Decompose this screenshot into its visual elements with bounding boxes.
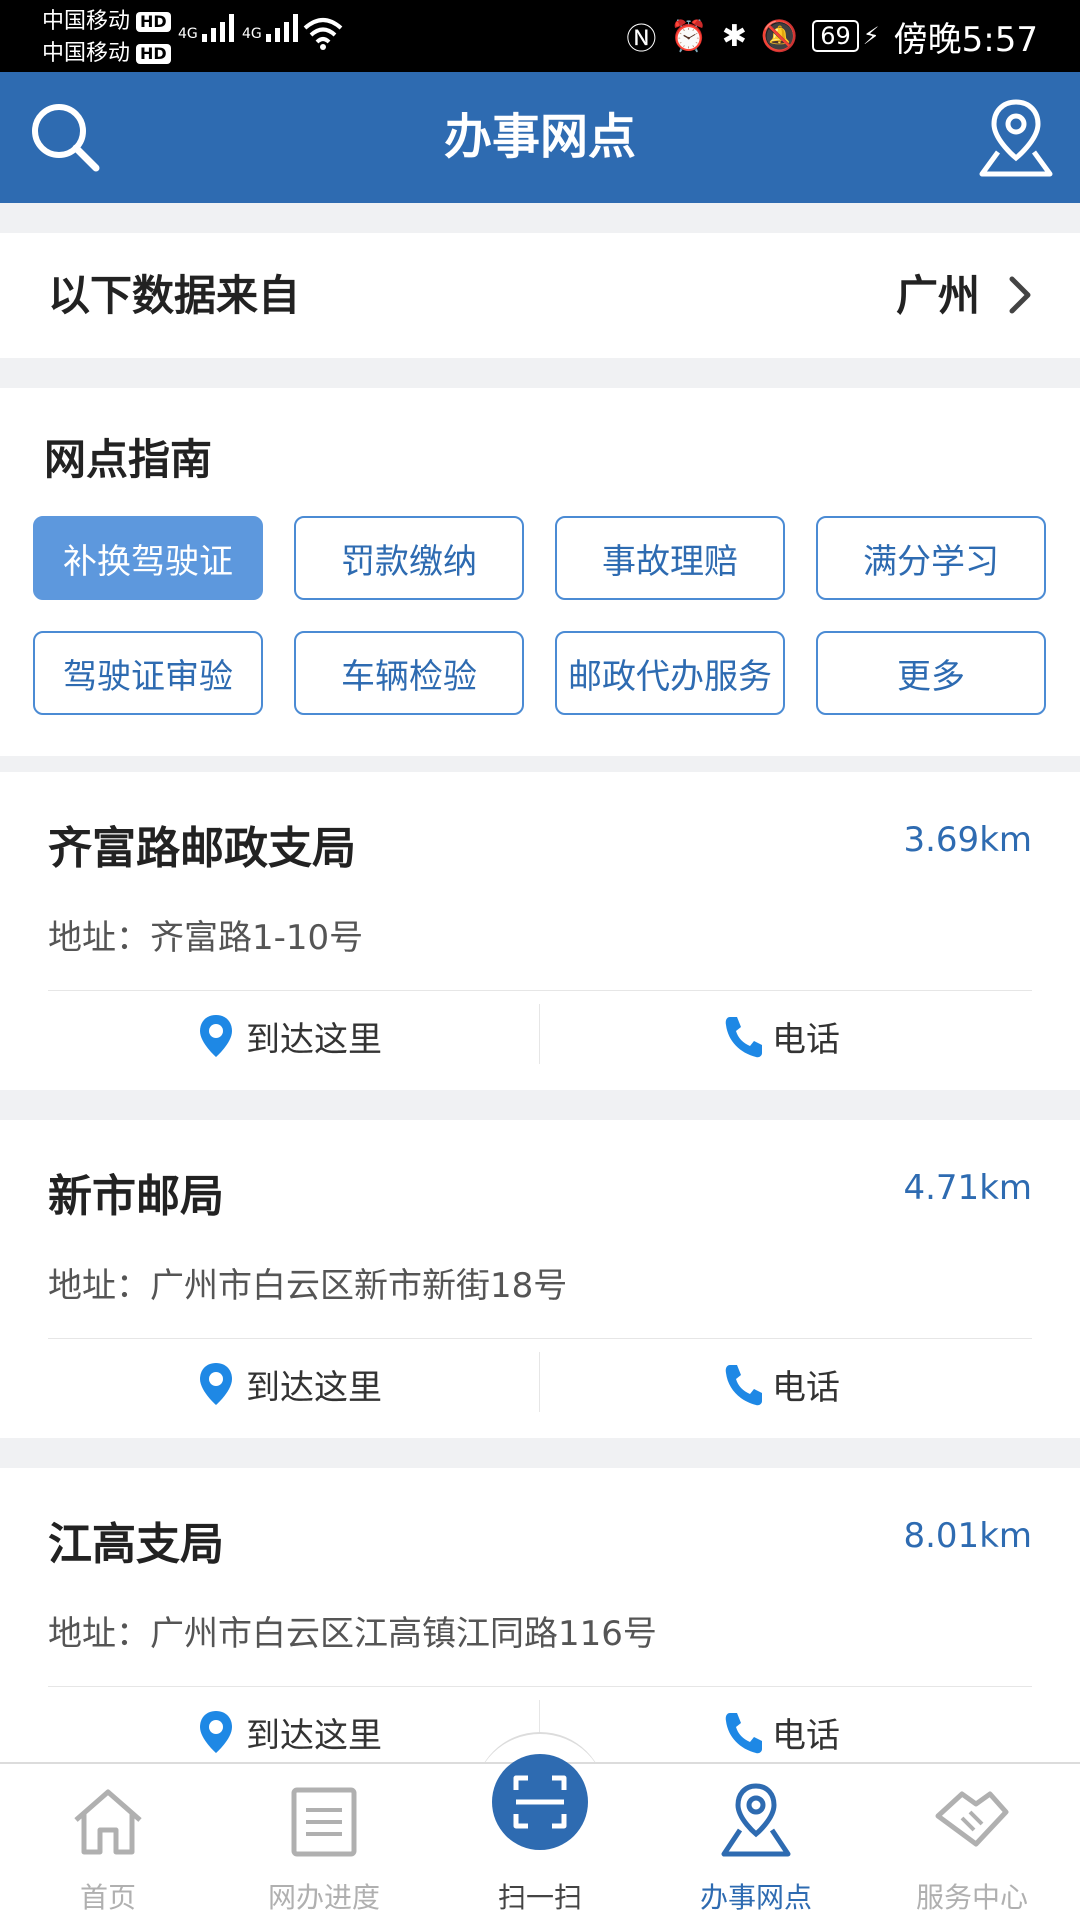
phone-icon: [725, 1713, 762, 1754]
chevron-right-icon: [1009, 276, 1031, 314]
nfc-icon: Ⓝ: [626, 22, 657, 57]
clock: 傍晚5:57: [893, 19, 1038, 60]
carrier-info: 中国移动 HD 中国移动 HD: [42, 6, 171, 70]
tag-vehicle-inspection[interactable]: 车辆检验: [294, 631, 524, 715]
signal-2-icon: 4G: [242, 14, 298, 42]
tab-service-center-label: 服务中心: [915, 1881, 1028, 1914]
tab-scan-label: 扫一扫: [497, 1881, 582, 1914]
tab-home[interactable]: 首页: [0, 1764, 216, 1920]
phone-label: 电话: [772, 1019, 840, 1060]
office-distance: 8.01km: [903, 1516, 1032, 1556]
mute-icon: 🔕: [760, 18, 799, 54]
charging-icon: ⚡: [862, 22, 880, 50]
map-location-icon[interactable]: [976, 96, 1056, 180]
office-guide: 网点指南 补换驾驶证 罚款缴纳 事故理赔 满分学习 驾驶证审验 车辆检验 邮政代…: [0, 388, 1080, 756]
city-selector[interactable]: 广州: [896, 233, 980, 358]
carrier-2: 中国移动: [42, 41, 131, 66]
tag-postal-agency[interactable]: 邮政代办服务: [555, 631, 785, 715]
divider: [48, 1686, 1032, 1687]
data-source-row[interactable]: 以下数据来自 广州: [0, 233, 1080, 358]
signal-1-icon: 4G: [178, 14, 234, 42]
navigate-button[interactable]: 到达这里: [196, 1692, 382, 1772]
map-location-icon: [721, 1783, 791, 1857]
phone-button[interactable]: 电话: [722, 1344, 840, 1424]
divider: [539, 1352, 540, 1412]
phone-button[interactable]: 电话: [722, 1692, 840, 1772]
app-header: 办事网点: [0, 72, 1080, 203]
tab-progress-label: 网办进度: [267, 1881, 380, 1914]
navigate-label: 到达这里: [246, 1019, 382, 1060]
phone-label: 电话: [772, 1715, 840, 1756]
phone-icon: [725, 1365, 762, 1406]
navigate-label: 到达这里: [246, 1367, 382, 1408]
tab-progress[interactable]: 网办进度: [216, 1764, 432, 1920]
tag-more[interactable]: 更多: [816, 631, 1046, 715]
tag-accident-claim[interactable]: 事故理赔: [555, 516, 785, 600]
hd-badge: HD: [136, 44, 171, 64]
office-card[interactable]: 新市邮局 4.71km 地址：广州市白云区新市新街18号 到达这里 电话: [0, 1120, 1080, 1438]
divider: [539, 1004, 540, 1064]
status-right: Ⓝ ⏰ ✱ 🔕 69 ⚡ 傍晚5:57: [626, 0, 1038, 72]
location-pin-icon: [200, 1711, 232, 1753]
navigate-label: 到达这里: [246, 1715, 382, 1756]
battery-level: 69: [820, 22, 851, 50]
divider: [48, 1338, 1032, 1339]
navigate-button[interactable]: 到达这里: [196, 1344, 382, 1424]
app-root: 中国移动 HD 中国移动 HD 4G 4G Ⓝ ⏰ ✱ 🔕 69 ⚡ 傍晚5:57: [0, 0, 1080, 1920]
tag-full-score-study[interactable]: 满分学习: [816, 516, 1046, 600]
office-address: 地址：广州市白云区新市新街18号: [48, 1266, 568, 1306]
data-source-label: 以下数据来自: [48, 271, 301, 320]
handshake-icon: [935, 1791, 1009, 1847]
location-pin-icon: [200, 1015, 232, 1057]
tag-license-replace[interactable]: 补换驾驶证: [33, 516, 263, 600]
divider: [48, 990, 1032, 991]
tab-offices-label: 办事网点: [699, 1881, 812, 1914]
tag-fine-payment[interactable]: 罚款缴纳: [294, 516, 524, 600]
network-type: 4G: [242, 26, 262, 42]
office-name: 江高支局: [48, 1519, 224, 1570]
battery-icon: 69: [812, 20, 859, 52]
home-icon: [74, 1789, 142, 1855]
office-name: 齐富路邮政支局: [48, 823, 356, 874]
carrier-1: 中国移动: [42, 9, 131, 34]
phone-button[interactable]: 电话: [722, 996, 840, 1076]
scan-button[interactable]: [492, 1754, 588, 1850]
office-card[interactable]: 江高支局 8.01km 地址：广州市白云区江高镇江同路116号 到达这里 电话: [0, 1468, 1080, 1762]
phone-icon: [725, 1017, 762, 1058]
status-bar: 中国移动 HD 中国移动 HD 4G 4G Ⓝ ⏰ ✱ 🔕 69 ⚡ 傍晚5:57: [0, 0, 1080, 72]
tab-offices[interactable]: 办事网点: [648, 1764, 864, 1920]
alarm-icon: ⏰: [670, 18, 708, 54]
office-name: 新市邮局: [48, 1171, 224, 1222]
office-address: 地址：广州市白云区江高镇江同路116号: [48, 1614, 657, 1654]
location-pin-icon: [200, 1363, 232, 1405]
phone-label: 电话: [772, 1367, 840, 1408]
office-card[interactable]: 齐富路邮政支局 3.69km 地址：齐富路1-10号 到达这里 电话: [0, 772, 1080, 1090]
progress-icon: [291, 1787, 357, 1857]
network-type: 4G: [178, 26, 198, 42]
tab-home-label: 首页: [79, 1881, 136, 1914]
tab-service-center[interactable]: 服务中心: [864, 1764, 1080, 1920]
office-address: 地址：齐富路1-10号: [48, 918, 364, 958]
wifi-icon: [303, 18, 343, 50]
hd-badge: HD: [136, 12, 171, 32]
office-distance: 3.69km: [903, 820, 1032, 860]
bluetooth-icon: ✱: [721, 18, 747, 54]
navigate-button[interactable]: 到达这里: [196, 996, 382, 1076]
guide-title: 网点指南: [44, 435, 213, 484]
tag-license-review[interactable]: 驾驶证审验: [33, 631, 263, 715]
page-title: 办事网点: [443, 109, 636, 165]
scan-icon: [513, 1775, 567, 1829]
office-distance: 4.71km: [903, 1168, 1032, 1208]
